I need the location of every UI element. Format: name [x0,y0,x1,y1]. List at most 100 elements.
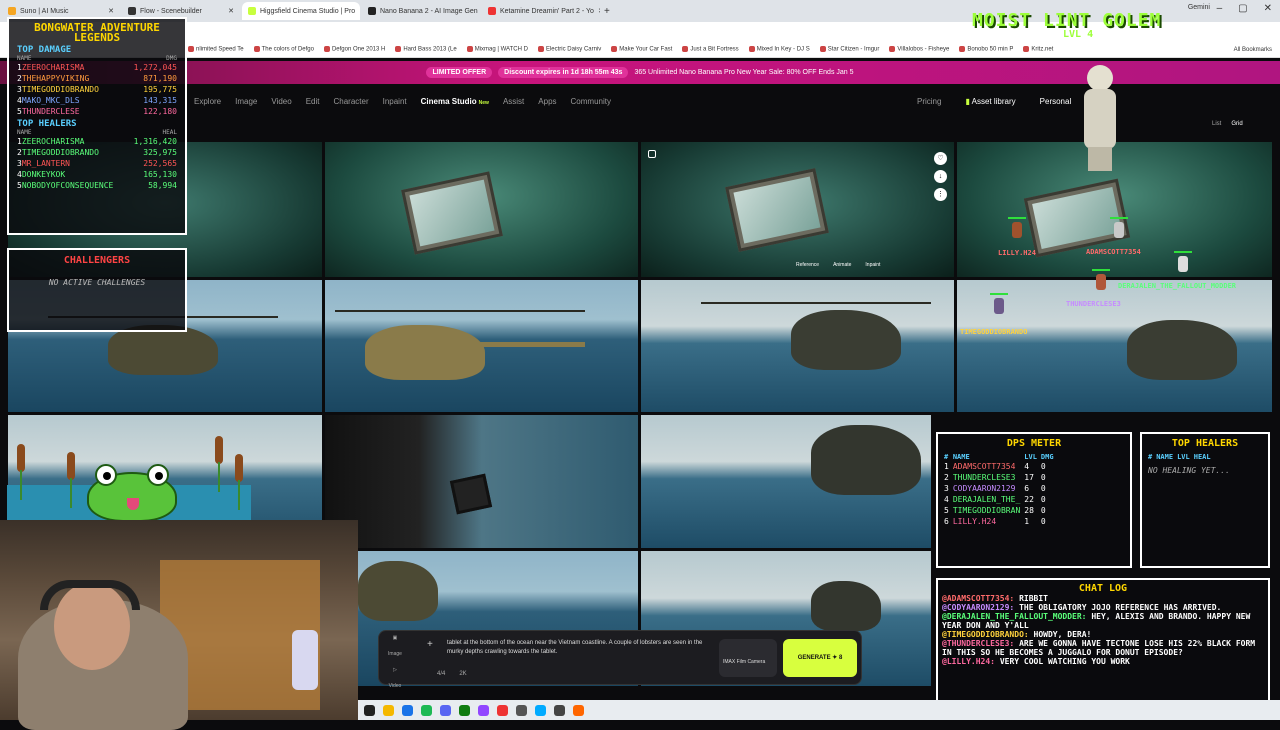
browser-tab-active[interactable]: Higgsfield Cinema Studio | Pro✕ [242,2,360,20]
app-icon[interactable] [554,704,565,716]
nav-image[interactable]: Image [235,97,257,106]
dps-rank: 4 [944,495,949,504]
bookmark-item[interactable]: Kritz.net [1023,46,1053,53]
close-tab-icon[interactable]: ✕ [108,7,114,15]
golem-boss-sprite [1082,65,1118,175]
headphones-icon [40,580,140,610]
all-bookmarks-button[interactable]: All Bookmarks [1234,47,1272,53]
minimize-icon[interactable]: – [1217,3,1223,14]
bookmark-item[interactable]: Defgon One 2013 H [323,46,385,53]
close-tab-icon[interactable]: ✕ [228,7,234,15]
close-window-icon[interactable]: ✕ [1264,3,1272,14]
inpaint-button[interactable]: Inpaint [865,262,880,268]
app-icon[interactable] [516,704,527,716]
tablet-shape [449,473,493,515]
score: 871,190 [143,74,177,83]
prompt-input[interactable]: tablet at the bottom of the ocean near t… [447,639,717,657]
bookmark-item[interactable]: nlimited Speed Te [188,46,244,53]
obs-icon[interactable] [497,704,508,716]
view-list-button[interactable]: List [1212,121,1221,127]
figurine [292,630,318,690]
nav-edit[interactable]: Edit [306,97,320,106]
browser-tab[interactable]: Ketamine Dreamin' Part 2 - Yo ✕ [482,2,600,20]
player-sprite [1174,251,1192,272]
grid-image-tile-hovered[interactable] [641,142,954,277]
browser-tab[interactable]: Nano Banana 2 - AI Image Gen ✕ [362,2,480,20]
sprite-name: LILLY.H24 [998,249,1036,257]
bookmark-item[interactable]: The colors of Defgo [253,46,314,53]
grid-image-tile[interactable] [641,415,931,548]
nav-apps[interactable]: Apps [538,97,556,106]
higgsfield-favicon-icon [248,7,256,15]
chat-messages: @ADAMSCOTT7354: RIBBIT @CODYAARON2129: TH… [938,594,1268,666]
resolution-select[interactable]: 2K [459,671,466,677]
image-mode-button[interactable]: ▣ Image [383,635,407,657]
score: 252,565 [143,159,177,168]
app-icon[interactable] [535,704,546,716]
dps-lvl: 22 [1024,495,1034,504]
dps-rank: 1 [944,462,949,471]
more-options-icon[interactable]: ⋮ [934,188,947,201]
dps-row: 6 LILLY.H24 1 0 [944,517,1058,528]
nav-cinema-studio[interactable]: Cinema Studio New [421,97,489,106]
nav-explore[interactable]: Explore [194,97,221,106]
limited-offer-badge: LIMITED OFFER [426,67,493,78]
search-icon[interactable] [364,704,375,716]
new-tab-button[interactable]: + [604,6,610,17]
nav-inpaint[interactable]: Inpaint [383,97,407,106]
nav-pricing[interactable]: Pricing [917,97,941,106]
xbox-icon[interactable] [459,704,470,716]
credits-icon: ✦ [832,655,838,661]
tile-action-bar: Reference Animate Inpaint [796,262,880,268]
grid-image-tile[interactable] [325,415,638,548]
bookmark-item[interactable]: Villalobos - Fisheye [889,46,949,53]
reference-button[interactable]: Reference [796,262,819,268]
dps-rank: 5 [944,506,949,515]
maximize-icon[interactable]: ▢ [1238,3,1247,14]
app-icon[interactable] [573,704,584,716]
bookmark-item[interactable]: Mixed In Key - DJ S [748,46,810,53]
chrome-icon[interactable] [402,704,413,716]
grid-image-tile[interactable] [325,142,638,277]
asset-library-button[interactable]: ▮ Asset library [965,97,1015,106]
generate-button[interactable]: GENERATE ✦ 8 [783,639,857,677]
nav-character[interactable]: Character [333,97,368,106]
bookmark-item[interactable]: Bonobo 50 min P [959,46,1013,53]
file-explorer-icon[interactable] [383,704,394,716]
bookmark-item[interactable]: Star Citizen - Imgur [819,46,879,53]
nav-community[interactable]: Community [571,97,611,106]
view-grid-button[interactable]: Grid [1231,121,1242,127]
batch-count[interactable]: 4/4 [437,671,445,677]
view-toggle: List Grid [1212,121,1243,127]
close-tab-icon[interactable]: ✕ [598,7,600,15]
bookmark-item[interactable]: Just a Bit Fortress [682,46,739,53]
select-checkbox[interactable] [648,150,656,158]
chat-message: @LILLY.H24: VERY COOL WATCHING YOU WORK [942,657,1264,666]
score: 1,316,420 [133,137,177,146]
close-tab-icon[interactable]: ✕ [359,7,360,15]
name: ZEEROCHARISMA [21,137,85,146]
download-icon[interactable]: ↓ [934,170,947,183]
bookmark-item[interactable]: Hard Bass 2013 (Le [395,46,457,53]
camera-select[interactable]: IMAX Film Camera [719,639,777,677]
workspace-select[interactable]: Personal [1040,97,1072,106]
spotify-icon[interactable] [421,704,432,716]
add-reference-icon[interactable]: + [427,639,433,650]
animate-button[interactable]: Animate [833,262,851,268]
grid-image-tile[interactable] [641,280,954,412]
video-mode-button[interactable]: ▷ Video [383,667,407,689]
bookmark-item[interactable]: Make Your Car Fast [611,46,672,53]
bookmark-item[interactable]: Mixmag | WATCH D [466,46,528,53]
twitch-icon[interactable] [478,704,489,716]
gemini-button[interactable]: Gemini [1188,4,1210,11]
bookmark-item[interactable]: Electric Daisy Carniv [537,46,601,53]
grid-image-tile[interactable] [325,280,638,412]
col-header: LVL [1177,453,1190,461]
chat-username: @LILLY.H24: [942,657,995,666]
discord-icon[interactable] [440,704,451,716]
flow-favicon-icon [128,7,136,15]
nav-assist[interactable]: Assist [503,97,524,106]
favorite-heart-icon[interactable]: ♡ [934,152,947,165]
nav-video[interactable]: Video [271,97,291,106]
score: 165,130 [143,170,177,179]
